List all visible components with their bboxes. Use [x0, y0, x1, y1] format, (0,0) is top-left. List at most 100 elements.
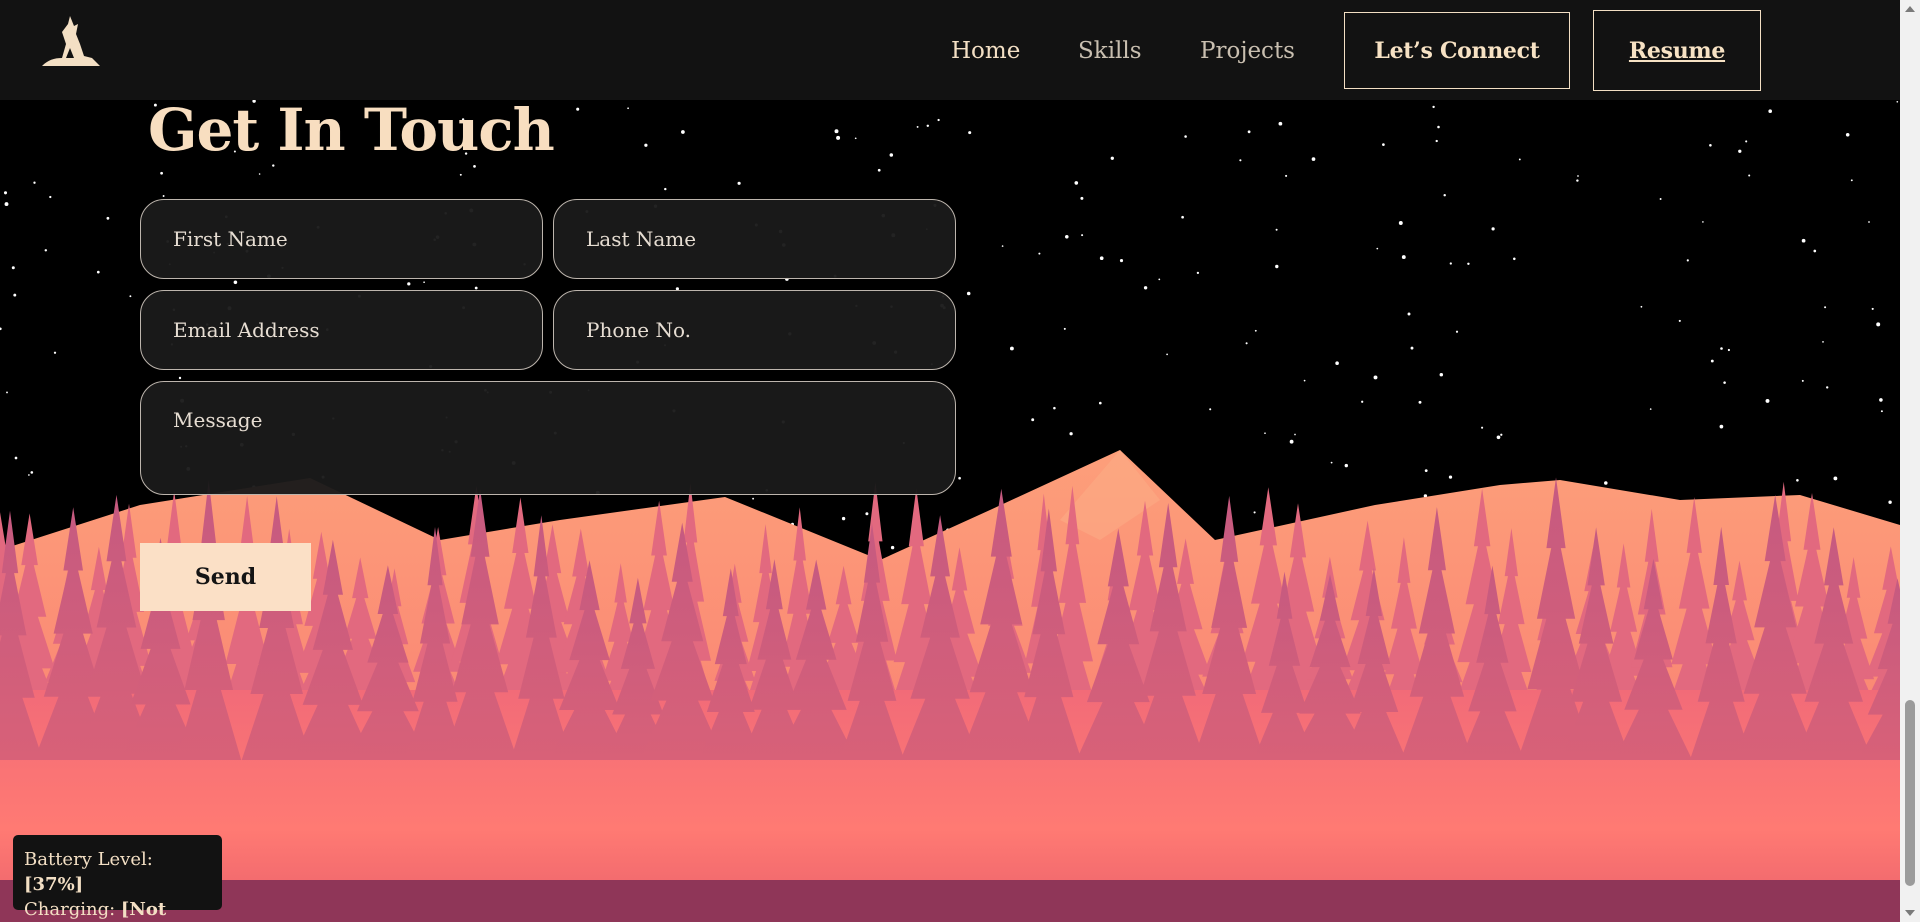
- star: [423, 281, 425, 284]
- star: [1069, 432, 1073, 436]
- star: [160, 171, 163, 175]
- star: [1275, 264, 1279, 269]
- star: [1876, 322, 1881, 327]
- star: [1833, 476, 1838, 481]
- star: [1063, 327, 1066, 330]
- resume-button[interactable]: Resume: [1593, 10, 1761, 91]
- star: [1158, 278, 1161, 281]
- star: [1738, 149, 1742, 153]
- scroll-thumb[interactable]: [1905, 700, 1915, 886]
- star: [1709, 144, 1712, 147]
- battery-level-row: Battery Level: [37%]: [24, 847, 211, 897]
- message-field[interactable]: Message: [140, 381, 956, 495]
- star: [1080, 196, 1084, 200]
- star: [33, 181, 36, 184]
- star: [1723, 381, 1726, 384]
- star: [49, 195, 52, 199]
- charging-row: Charging: [Not Active]: [24, 897, 211, 922]
- star: [968, 131, 972, 135]
- star: [258, 173, 261, 175]
- star: [1181, 215, 1184, 219]
- star: [14, 456, 18, 460]
- star: [966, 291, 971, 296]
- star: [1065, 235, 1069, 239]
- star: [28, 474, 30, 476]
- star: [1813, 249, 1817, 253]
- star: [1702, 221, 1704, 223]
- ground-edge: [0, 880, 1900, 922]
- star: [889, 153, 894, 157]
- star: [1119, 259, 1124, 263]
- page-title: Get In Touch: [148, 96, 555, 164]
- email-field[interactable]: Email Address: [140, 290, 543, 370]
- star: [11, 266, 15, 270]
- star: [1382, 143, 1385, 146]
- scroll-up-icon[interactable]: [1905, 6, 1915, 12]
- star: [1143, 286, 1148, 290]
- wolf-howling-icon[interactable]: [40, 14, 102, 68]
- star: [1659, 198, 1662, 200]
- scroll-down-icon[interactable]: [1905, 910, 1915, 916]
- star: [1896, 100, 1899, 103]
- star: [106, 216, 110, 220]
- last-name-field[interactable]: Last Name: [553, 199, 956, 279]
- star: [865, 512, 869, 516]
- battery-level-label: Battery Level:: [24, 849, 153, 870]
- first-name-field[interactable]: First Name: [140, 199, 543, 279]
- star: [30, 471, 34, 474]
- star: [1796, 479, 1799, 482]
- star: [1289, 439, 1294, 444]
- nav-home[interactable]: Home: [951, 38, 1020, 64]
- star: [44, 249, 48, 252]
- star: [1184, 135, 1187, 138]
- star: [1822, 341, 1824, 343]
- star: [681, 130, 685, 134]
- star: [1098, 401, 1102, 405]
- star: [1518, 158, 1521, 161]
- star: [1850, 179, 1853, 182]
- star: [1801, 238, 1806, 243]
- star: [129, 295, 132, 298]
- star: [1801, 379, 1804, 382]
- star: [407, 282, 411, 286]
- star: [576, 107, 580, 111]
- star: [1001, 245, 1004, 247]
- star: [1649, 408, 1652, 410]
- star: [1748, 174, 1751, 177]
- battery-status-panel: Battery Level: [37%] Charging: [Not Acti…: [13, 835, 222, 920]
- star: [1439, 372, 1444, 377]
- star: [1209, 408, 1212, 411]
- star: [1330, 461, 1333, 464]
- star: [1710, 359, 1714, 363]
- star: [1253, 511, 1256, 514]
- star: [841, 516, 846, 521]
- star: [1009, 346, 1014, 351]
- star: [178, 376, 182, 380]
- star: [854, 137, 857, 140]
- star: [272, 164, 275, 167]
- star: [1720, 347, 1723, 350]
- nav-skills[interactable]: Skills: [1078, 38, 1142, 64]
- star: [1278, 121, 1283, 126]
- star: [1686, 259, 1689, 262]
- phone-field[interactable]: Phone No.: [553, 290, 956, 370]
- nav-projects[interactable]: Projects: [1200, 38, 1295, 64]
- star: [627, 107, 629, 110]
- star: [1373, 375, 1378, 380]
- star: [1424, 469, 1428, 472]
- star: [1239, 159, 1242, 162]
- star: [1845, 133, 1850, 137]
- star: [1294, 433, 1296, 436]
- send-button[interactable]: Send: [140, 543, 311, 611]
- star: [1824, 306, 1827, 309]
- star: [1719, 424, 1724, 429]
- star: [1678, 319, 1681, 322]
- star: [1437, 125, 1440, 129]
- page-scrollbar[interactable]: [1900, 0, 1920, 922]
- star: [1344, 463, 1348, 468]
- star: [1604, 481, 1608, 485]
- star: [1303, 379, 1306, 382]
- star: [1727, 348, 1730, 352]
- lets-connect-button[interactable]: Let’s Connect: [1344, 12, 1570, 89]
- star: [1496, 435, 1501, 440]
